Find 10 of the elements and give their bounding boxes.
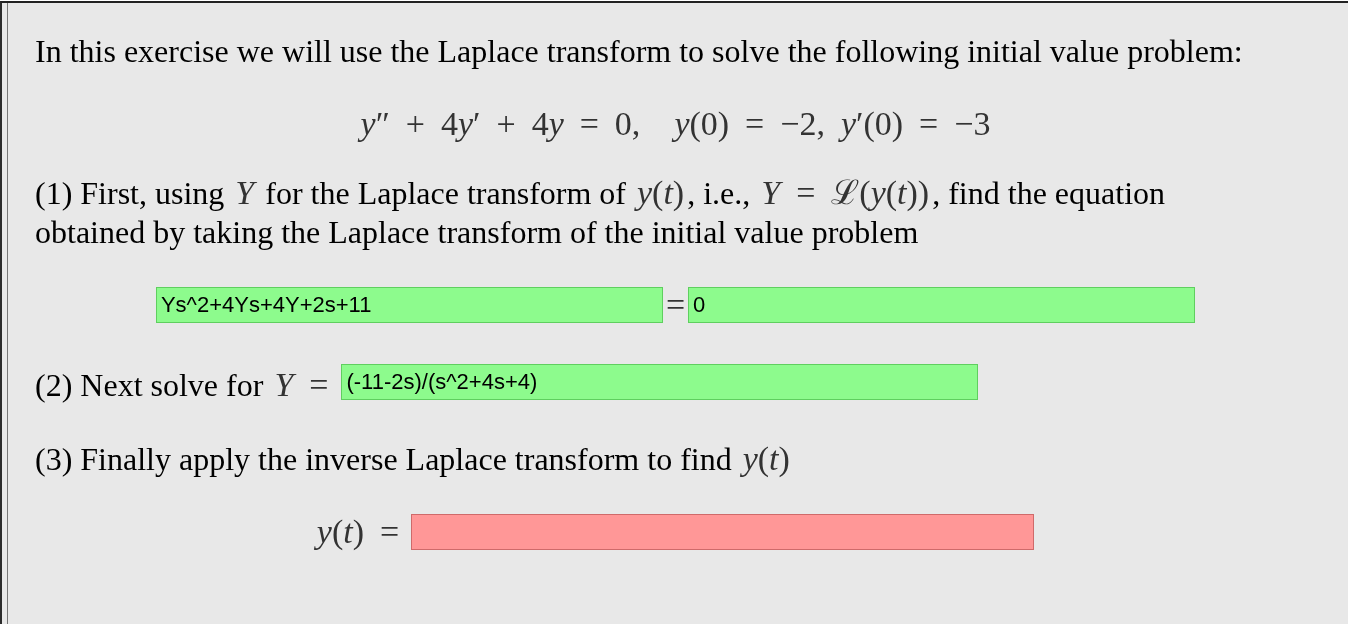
math-label: y(t) = xyxy=(316,514,400,550)
answer-field[interactable]: 0 xyxy=(688,287,1196,323)
question-text: (3) Finally apply the inverse Laplace transform to find y(t) xyxy=(35,440,791,479)
answer-field[interactable] xyxy=(411,514,1035,550)
math-label: = xyxy=(665,287,686,323)
answer-field[interactable]: Ys^2+4Ys+4Y+2s+11 xyxy=(155,287,663,323)
answer-field[interactable]: (-11-2s)/(s^2+4s+4) xyxy=(341,363,979,400)
intro-text: In this exercise we will use the Laplace transform to solve the following initial value problem: xyxy=(35,32,1244,71)
question-text: (2) Next solve for Y = xyxy=(35,366,330,405)
question-text: (1) First, using Y for the Laplace transform of y(t), i.e., Y = ℒ(y(t)), find the equation obtained by taking the Laplace transform of the initial value problem xyxy=(35,174,1167,252)
